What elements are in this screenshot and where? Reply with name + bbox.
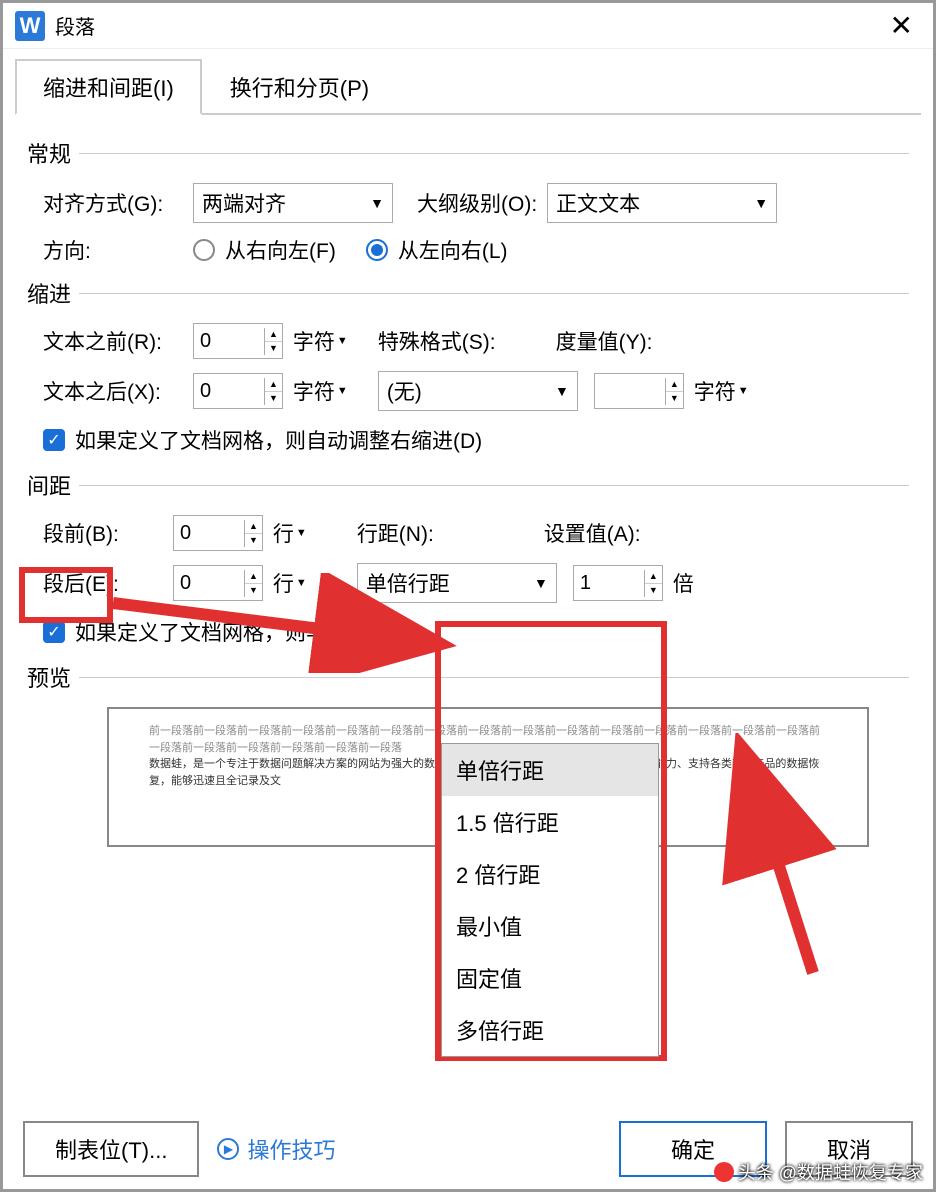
spin-up-icon[interactable]: ▲ (265, 328, 282, 342)
space-after-label: 段后(E): (43, 568, 163, 598)
linespace-dropdown: 单倍行距 1.5 倍行距 2 倍行距 最小值 固定值 多倍行距 (441, 743, 659, 1057)
setvalue-label: 设置值(A): (544, 518, 641, 548)
direction-label: 方向: (43, 235, 183, 265)
tab-line-pagebreak[interactable]: 换行和分页(P) (202, 59, 397, 115)
special-value: (无) (387, 376, 422, 406)
outline-select[interactable]: 正文文本 ▼ (547, 183, 777, 223)
chevron-down-icon: ▼ (534, 575, 548, 591)
dropdown-item[interactable]: 多倍行距 (442, 1004, 658, 1056)
radio-ltr[interactable] (366, 239, 388, 261)
spin-down-icon[interactable]: ▼ (666, 392, 683, 405)
ltr-label: 从左向右(L) (398, 235, 508, 265)
align-label: 对齐方式(G): (43, 188, 183, 218)
space-before-unit[interactable]: 行▼ (273, 518, 307, 548)
indent-after-spinner[interactable]: ▲▼ (193, 373, 283, 409)
chevron-down-icon: ▼ (754, 195, 768, 211)
measure-label: 度量值(Y): (556, 326, 653, 356)
spin-up-icon[interactable]: ▲ (245, 520, 262, 534)
section-title-indent: 缩进 (27, 277, 71, 309)
indent-before-label: 文本之前(R): (43, 326, 183, 356)
spin-up-icon[interactable]: ▲ (245, 570, 262, 584)
space-after-input[interactable] (174, 568, 244, 599)
section-title-general: 常规 (27, 137, 71, 169)
indent-before-spinner[interactable]: ▲▼ (193, 323, 283, 359)
tabstop-button[interactable]: 制表位(T)... (23, 1121, 199, 1177)
indent-before-unit[interactable]: 字符▼ (293, 326, 348, 356)
spin-down-icon[interactable]: ▼ (245, 534, 262, 547)
setvalue-spinner[interactable]: ▲▼ (573, 565, 663, 601)
special-select[interactable]: (无) ▼ (378, 371, 578, 411)
tab-bar: 缩进和间距(I) 换行和分页(P) (15, 57, 921, 115)
dropdown-item[interactable]: 1.5 倍行距 (442, 796, 658, 848)
chevron-down-icon: ▼ (370, 195, 384, 211)
section-title-preview: 预览 (27, 661, 71, 693)
rtl-label: 从右向左(F) (225, 235, 336, 265)
setvalue-input[interactable] (574, 568, 644, 599)
section-general: 常规 对齐方式(G): 两端对齐 ▼ 大纲级别(O): 正文文本 ▼ 方向: 从… (27, 137, 909, 265)
watermark: 头条 @数据蛙恢复专家 (714, 1159, 923, 1185)
section-spacing: 间距 段前(B): ▲▼ 行▼ 行距(N): 设置值(A): 段后(E): ▲▼… (27, 469, 909, 647)
space-before-spinner[interactable]: ▲▼ (173, 515, 263, 551)
space-after-unit[interactable]: 行▼ (273, 568, 307, 598)
dropdown-item[interactable]: 固定值 (442, 952, 658, 1004)
tips-label: 操作技巧 (247, 1133, 335, 1165)
measure-input[interactable] (595, 376, 665, 407)
setvalue-unit: 倍 (673, 568, 694, 598)
app-icon: W (15, 11, 45, 41)
play-icon: ▶ (217, 1138, 239, 1160)
spin-up-icon[interactable]: ▲ (645, 570, 662, 584)
indent-after-input[interactable] (194, 376, 264, 407)
spin-up-icon[interactable]: ▲ (666, 378, 683, 392)
titlebar: W 段落 ✕ (3, 3, 933, 49)
spin-down-icon[interactable]: ▼ (265, 392, 282, 405)
indent-before-input[interactable] (194, 326, 264, 357)
indent-after-label: 文本之后(X): (43, 376, 183, 406)
linespace-label: 行距(N): (357, 518, 434, 548)
special-label: 特殊格式(S): (378, 326, 496, 356)
dropdown-item[interactable]: 单倍行距 (442, 744, 658, 796)
chevron-down-icon: ▼ (555, 383, 569, 399)
spin-up-icon[interactable]: ▲ (265, 378, 282, 392)
section-indent: 缩进 文本之前(R): ▲▼ 字符▼ 特殊格式(S): 度量值(Y): 文本之后… (27, 277, 909, 455)
spacing-grid-label: 如果定义了文档网格，则与 (75, 617, 327, 647)
linespace-select[interactable]: 单倍行距 ▼ (357, 563, 557, 603)
outline-value: 正文文本 (556, 188, 640, 218)
indent-after-unit[interactable]: 字符▼ (293, 376, 348, 406)
space-before-label: 段前(B): (43, 518, 163, 548)
dropdown-item[interactable]: 2 倍行距 (442, 848, 658, 900)
window-title: 段落 (55, 11, 95, 40)
watermark-text: 头条 @数据蛙恢复专家 (738, 1159, 923, 1185)
align-value: 两端对齐 (202, 188, 286, 218)
align-select[interactable]: 两端对齐 ▼ (193, 183, 393, 223)
spacing-grid-checkbox[interactable]: ✓ (43, 621, 65, 643)
space-before-input[interactable] (174, 518, 244, 549)
indent-grid-checkbox[interactable]: ✓ (43, 429, 65, 451)
dropdown-item[interactable]: 最小值 (442, 900, 658, 952)
measure-unit[interactable]: 字符▼ (694, 376, 749, 406)
linespace-value: 单倍行距 (366, 568, 450, 598)
tab-indent-spacing[interactable]: 缩进和间距(I) (15, 59, 202, 115)
spin-down-icon[interactable]: ▼ (245, 584, 262, 597)
measure-spinner[interactable]: ▲▼ (594, 373, 684, 409)
section-title-spacing: 间距 (27, 469, 71, 501)
spin-down-icon[interactable]: ▼ (265, 342, 282, 355)
space-after-spinner[interactable]: ▲▼ (173, 565, 263, 601)
watermark-icon (714, 1162, 734, 1182)
radio-rtl[interactable] (193, 239, 215, 261)
outline-label: 大纲级别(O): (417, 188, 537, 218)
indent-grid-label: 如果定义了文档网格，则自动调整右缩进(D) (75, 425, 482, 455)
spin-down-icon[interactable]: ▼ (645, 584, 662, 597)
close-icon[interactable]: ✕ (882, 9, 921, 42)
tips-link[interactable]: ▶ 操作技巧 (217, 1133, 335, 1165)
